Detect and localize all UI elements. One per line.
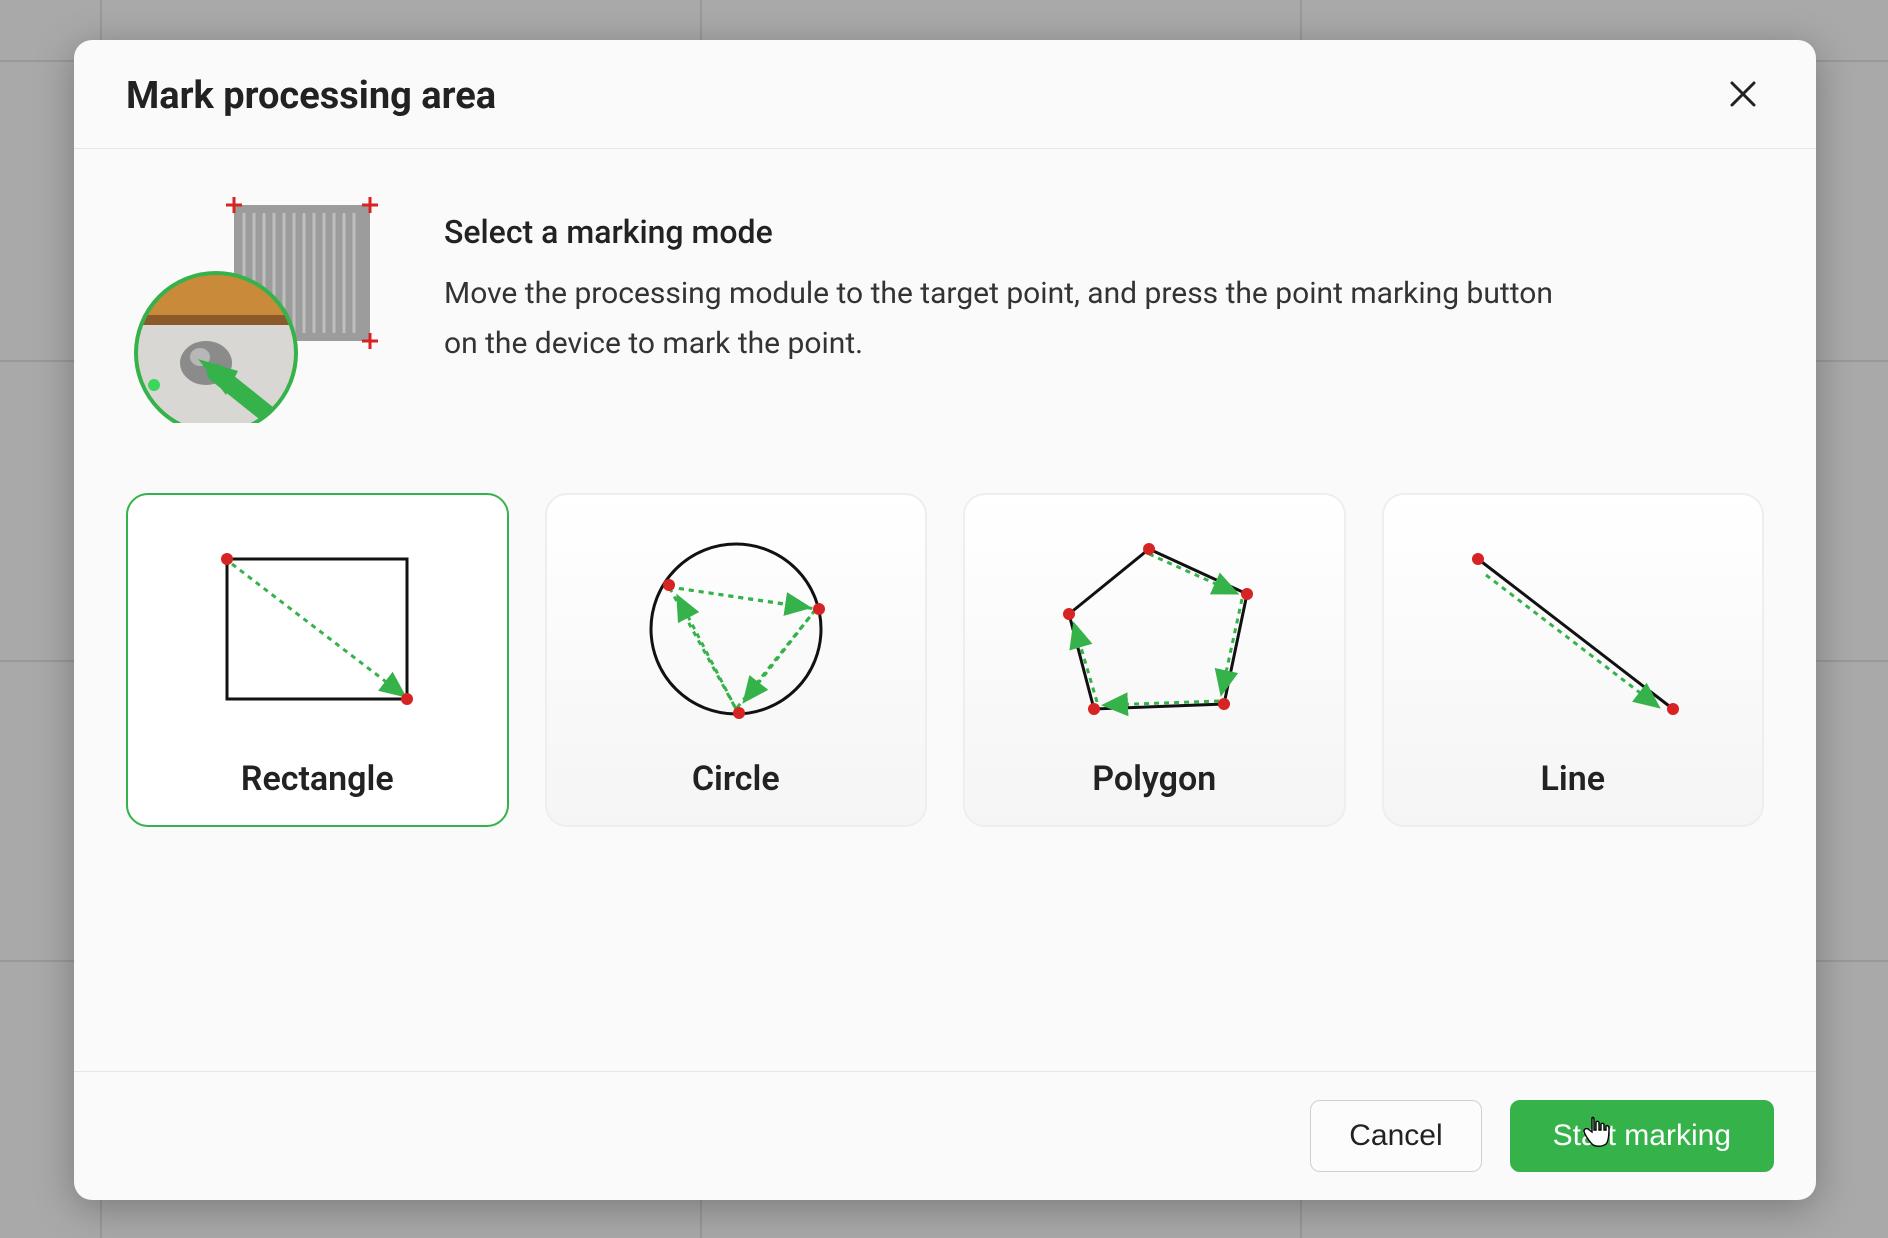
dialog-footer: Cancel Start marking [74,1071,1816,1200]
mode-grid: Rectangle [126,493,1764,827]
dialog-title: Mark processing area [126,74,496,118]
mode-label-line: Line [1541,759,1606,799]
cancel-button[interactable]: Cancel [1310,1100,1481,1172]
rectangle-shape-icon [192,529,442,739]
mode-card-circle[interactable]: Circle [545,493,928,827]
intro-heading: Select a marking mode [444,213,1764,251]
dialog-header: Mark processing area [74,40,1816,149]
mark-processing-area-dialog: Mark processing area [74,40,1816,1200]
dialog-body: Select a marking mode Move the processin… [74,149,1816,1071]
intro-description: Move the processing module to the target… [444,269,1584,368]
line-shape-icon [1448,529,1698,739]
mode-label-circle: Circle [692,759,780,799]
circle-shape-icon [611,529,861,739]
mode-card-polygon[interactable]: Polygon [963,493,1346,827]
polygon-shape-icon [1029,529,1279,739]
close-button[interactable] [1722,75,1764,117]
intro-section: Select a marking mode Move the processin… [126,193,1764,423]
hero-illustration [126,193,386,423]
mode-label-polygon: Polygon [1092,759,1216,799]
mode-card-line[interactable]: Line [1382,493,1765,827]
intro-text: Select a marking mode Move the processin… [444,193,1764,368]
mode-label-rectangle: Rectangle [241,759,394,799]
mode-card-rectangle[interactable]: Rectangle [126,493,509,827]
start-marking-button[interactable]: Start marking [1510,1100,1774,1172]
close-icon [1730,77,1756,116]
